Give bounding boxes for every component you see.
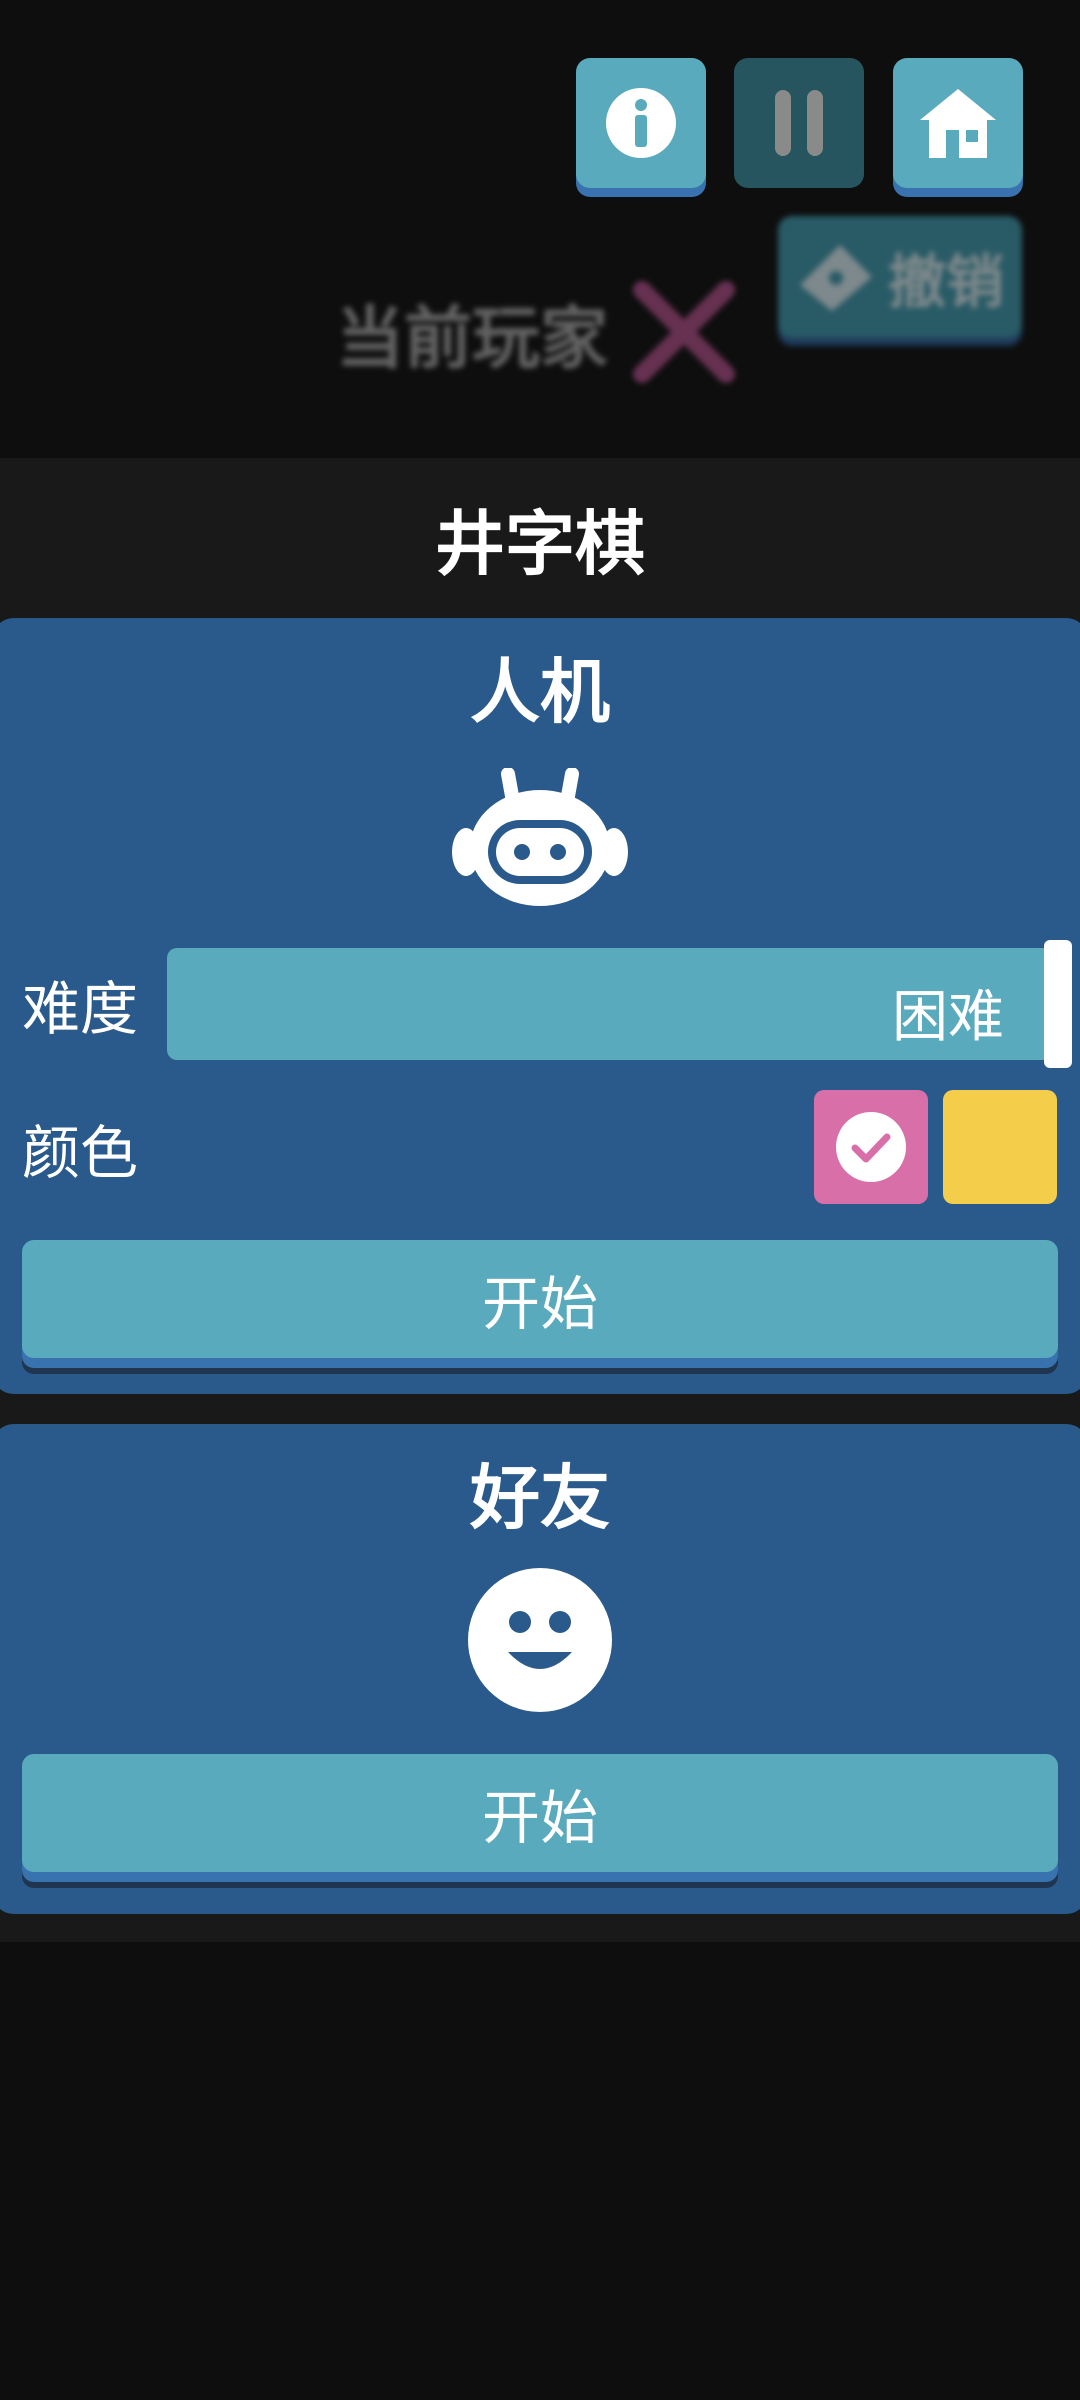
- difficulty-label: 难度: [22, 975, 139, 1043]
- home-icon: [920, 89, 996, 158]
- friend-mode-title: 好友: [470, 1457, 610, 1539]
- info-icon: [606, 88, 676, 158]
- home-button[interactable]: [893, 58, 1023, 188]
- undo-label: 撤销: [887, 248, 1004, 316]
- ai-mode-card: 人机 难度 困难 颜色 开始: [0, 618, 1080, 1394]
- mode-selection-dialog: 井字棋 人机 难度 困难 颜色 开始 好友 开始: [0, 458, 1080, 1942]
- ticket-icon: [799, 245, 872, 311]
- pause-button[interactable]: [734, 58, 864, 188]
- ai-start-button[interactable]: 开始: [22, 1240, 1058, 1358]
- difficulty-value: 困难: [892, 985, 1004, 1050]
- app-root: 撤销 当前玩家 井字棋 人机 难度 困难 颜色 开始 好友 开始: [0, 0, 1080, 2400]
- ai-mode-title: 人机: [470, 651, 610, 733]
- x-mark-icon: [633, 281, 736, 383]
- info-button[interactable]: [576, 58, 706, 188]
- difficulty-slider[interactable]: 困难: [167, 948, 1062, 1060]
- friend-start-button[interactable]: 开始: [22, 1754, 1058, 1872]
- current-player-label: 当前玩家: [336, 299, 609, 379]
- smiley-icon: [468, 1568, 612, 1712]
- undo-button[interactable]: 撤销: [778, 216, 1022, 338]
- robot-icon: [452, 768, 628, 906]
- difficulty-slider-handle[interactable]: [1044, 940, 1072, 1068]
- check-icon: [836, 1112, 906, 1182]
- color-option-yellow[interactable]: [943, 1090, 1057, 1204]
- color-label: 颜色: [22, 1119, 139, 1187]
- current-player-indicator: 当前玩家: [336, 280, 736, 384]
- dialog-title: 井字棋: [435, 503, 645, 585]
- pause-icon: [775, 90, 823, 156]
- color-option-pink[interactable]: [814, 1090, 928, 1204]
- friend-mode-card: 好友 开始: [0, 1424, 1080, 1914]
